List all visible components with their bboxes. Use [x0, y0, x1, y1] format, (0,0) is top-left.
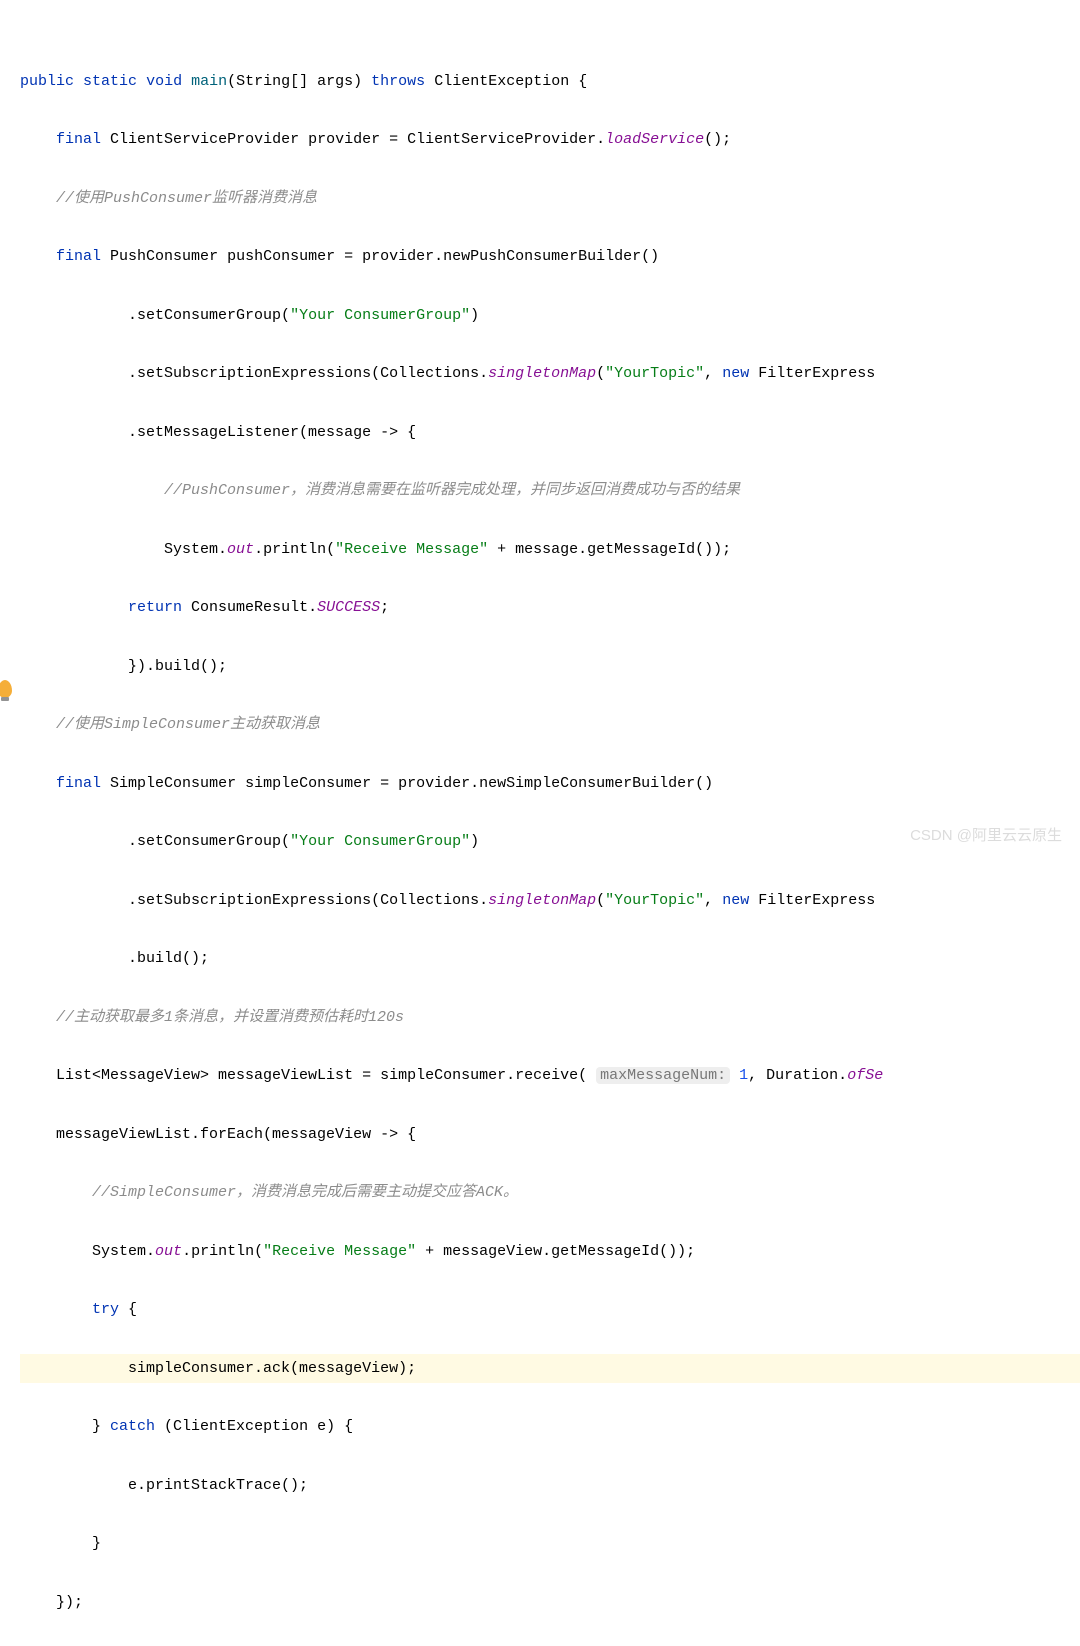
- code-line: System.out.println("Receive Message" + m…: [20, 1237, 1080, 1266]
- code-line: final SimpleConsumer simpleConsumer = pr…: [20, 769, 1080, 798]
- code-line: public static void main(String[] args) t…: [20, 67, 1080, 96]
- code-line: System.out.println("Receive Message" + m…: [20, 535, 1080, 564]
- code-line: //使用SimpleConsumer主动获取消息: [20, 710, 1080, 739]
- code-line: .setMessageListener(message -> {: [20, 418, 1080, 447]
- intention-bulb-icon[interactable]: [0, 680, 12, 698]
- code-line: e.printStackTrace();: [20, 1471, 1080, 1500]
- code-line: //使用PushConsumer监听器消费消息: [20, 184, 1080, 213]
- code-line: //PushConsumer，消费消息需要在监听器完成处理，并同步返回消费成功与…: [20, 476, 1080, 505]
- parameter-hint: maxMessageNum:: [596, 1067, 730, 1084]
- code-line: messageViewList.forEach(messageView -> {: [20, 1120, 1080, 1149]
- code-line: return ConsumeResult.SUCCESS;: [20, 593, 1080, 622]
- code-line: }).build();: [20, 652, 1080, 681]
- code-line: List<MessageView> messageViewList = simp…: [20, 1061, 1080, 1090]
- code-line: }: [20, 1529, 1080, 1558]
- code-line: .setSubscriptionExpressions(Collections.…: [20, 359, 1080, 388]
- code-line: //主动获取最多1条消息，并设置消费预估耗时120s: [20, 1003, 1080, 1032]
- code-editor: public static void main(String[] args) t…: [0, 0, 1080, 1646]
- code-line: } catch (ClientException e) {: [20, 1412, 1080, 1441]
- code-line: .build();: [20, 944, 1080, 973]
- code-line: final ClientServiceProvider provider = C…: [20, 125, 1080, 154]
- code-line: try {: [20, 1295, 1080, 1324]
- code-line: final PushConsumer pushConsumer = provid…: [20, 242, 1080, 271]
- code-line: });: [20, 1588, 1080, 1617]
- code-line: //SimpleConsumer，消费消息完成后需要主动提交应答ACK。: [20, 1178, 1080, 1207]
- code-line: .setConsumerGroup("Your ConsumerGroup"): [20, 301, 1080, 330]
- highlighted-code-line: simpleConsumer.ack(messageView);: [20, 1354, 1080, 1383]
- code-line: .setSubscriptionExpressions(Collections.…: [20, 886, 1080, 915]
- code-line: .setConsumerGroup("Your ConsumerGroup"): [20, 827, 1080, 856]
